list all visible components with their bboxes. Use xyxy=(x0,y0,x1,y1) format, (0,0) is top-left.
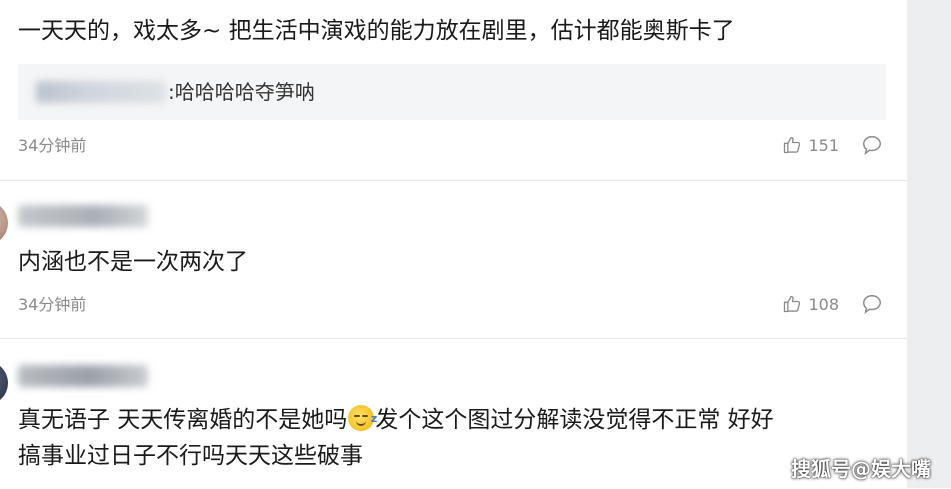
sleepy-emoji-icon: z xyxy=(348,405,377,431)
like-count: 151 xyxy=(808,135,839,155)
avatar[interactable] xyxy=(0,201,8,245)
thumbs-up-icon xyxy=(784,136,801,154)
comment-time: 34分钟前 xyxy=(18,136,87,155)
like-button[interactable]: 151 xyxy=(782,135,839,155)
username-blurred[interactable] xyxy=(18,365,148,387)
quoted-reply-text: :哈哈哈哈夺笋呐 xyxy=(168,80,315,104)
comment-bubble-icon[interactable] xyxy=(861,134,883,156)
thumbs-up-icon xyxy=(784,295,801,313)
comment-text-part: 真无语子 天天传离婚的不是她吗 xyxy=(18,407,348,433)
comment-time: 34分钟前 xyxy=(18,295,87,314)
comment-text: 内涵也不是一次两次了 xyxy=(18,249,248,275)
comment-item: 一天天的，戏太多~ 把生活中演戏的能力放在剧里，估计都能奥斯卡了 :哈哈哈哈夺笋… xyxy=(0,0,907,180)
source-watermark: 搜狐号@娱大嘴 xyxy=(791,457,931,481)
avatar[interactable] xyxy=(0,361,8,405)
comment-text-line2: 搞事业过日子不行吗天天这些破事 xyxy=(18,443,363,469)
quoted-username-blurred xyxy=(36,81,166,103)
comment-bubble-icon[interactable] xyxy=(861,293,883,315)
comment-item: 真无语子 天天传离婚的不是她吗 z 发个这个图过分解读没觉得不正常 好好 搞事业过日… xyxy=(0,338,907,489)
like-count: 108 xyxy=(808,294,839,314)
comment-text-part: 发个这个图过分解读没觉得不正常 好好 xyxy=(375,407,774,433)
comment-text-line1: 真无语子 天天传离婚的不是她吗 z 发个这个图过分解读没觉得不正常 好好 xyxy=(18,401,774,439)
like-button[interactable]: 108 xyxy=(782,294,839,314)
username-blurred[interactable] xyxy=(18,205,148,227)
comment-item: 内涵也不是一次两次了 34分钟前 108 xyxy=(0,180,907,339)
comment-text: 一天天的，戏太多~ 把生活中演戏的能力放在剧里，估计都能奥斯卡了 xyxy=(18,18,735,44)
quoted-reply[interactable]: :哈哈哈哈夺笋呐 xyxy=(18,64,886,120)
right-scroll-gutter xyxy=(907,0,951,488)
